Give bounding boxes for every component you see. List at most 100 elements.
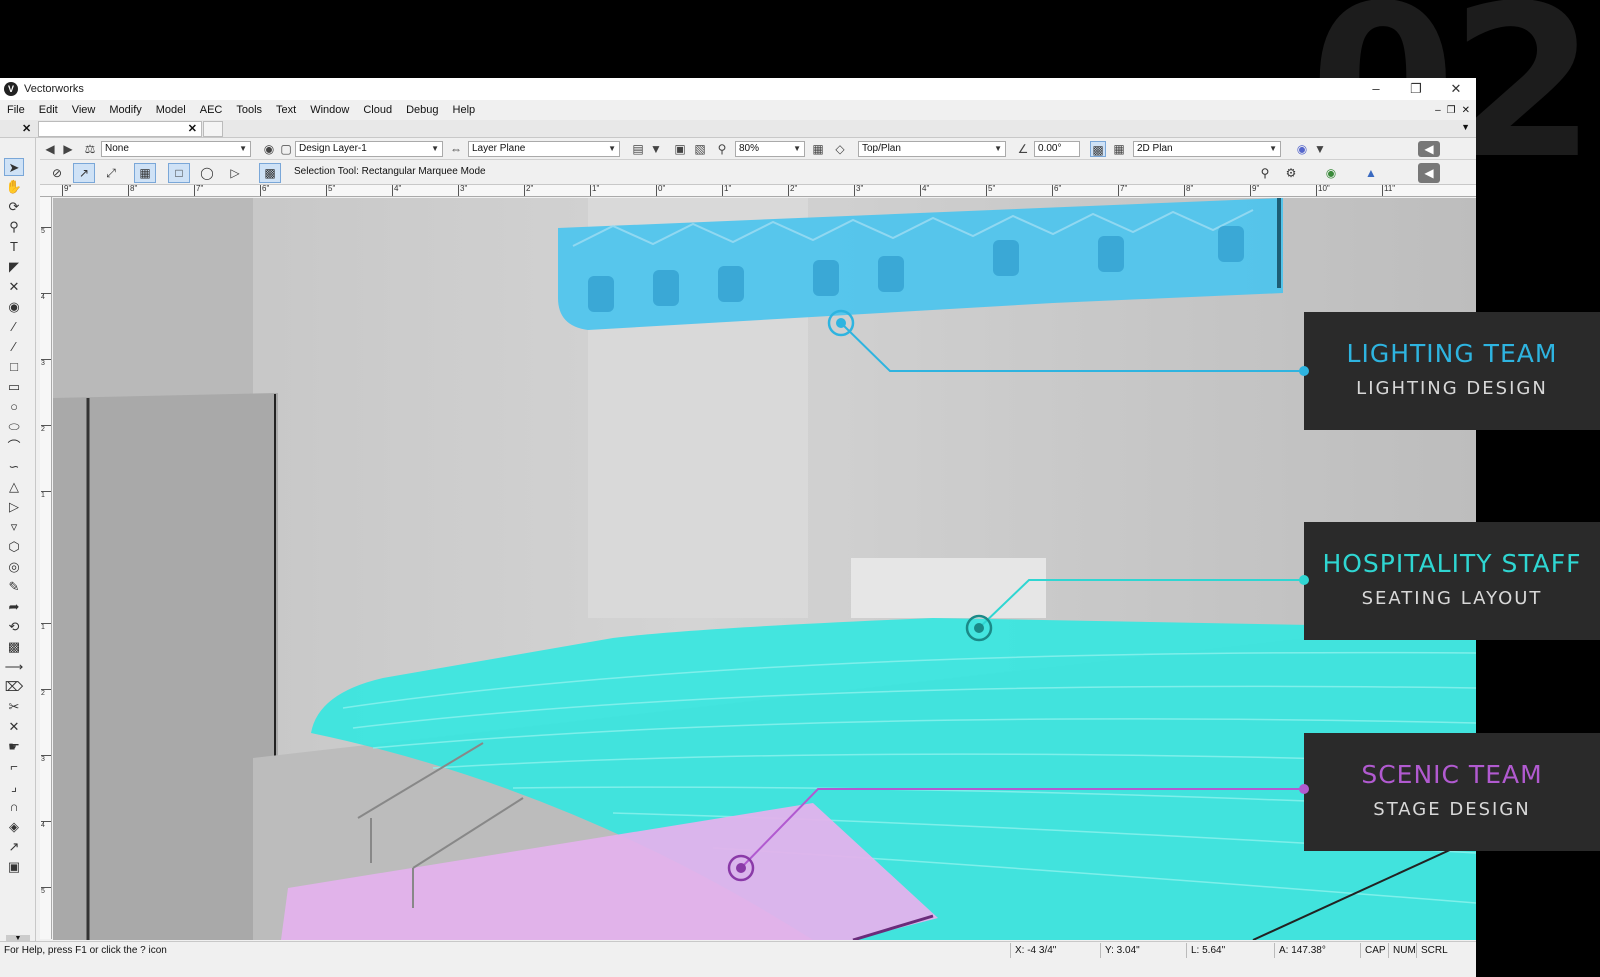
callout-tool-icon[interactable]: ◤ [4, 258, 24, 276]
rectangular-marquee-icon[interactable]: □ [168, 163, 190, 183]
enable-multiple-scaling-icon[interactable]: ⤢ [100, 163, 122, 183]
horizontal-ruler: 9" 8" 7" 6" 5" 4" 3" 2" 1" 0" 1" 2" 3" 4… [40, 185, 1476, 197]
trim-tool-icon[interactable]: ✕ [4, 718, 24, 736]
zoom-to-page-icon[interactable]: ▣ [672, 141, 688, 157]
layer-options-icon[interactable]: ◉ [261, 141, 277, 157]
menu-help[interactable]: Help [446, 104, 483, 116]
chamfer-tool-icon[interactable]: ⌟ [4, 778, 24, 796]
layer-dropdown[interactable]: Design Layer-1 ▼ [295, 141, 443, 157]
panel-toggle-icon[interactable]: ◀ [1418, 141, 1440, 157]
navigation-icon[interactable]: ▲ [1360, 163, 1382, 183]
zoom-tool-icon[interactable]: ⚲ [4, 218, 24, 236]
lighting-options-icon[interactable]: ◉ [1294, 141, 1310, 157]
menu-tools[interactable]: Tools [229, 104, 269, 116]
spiral-tool-icon[interactable]: ◎ [4, 558, 24, 576]
view-dropdown[interactable]: Top/Plan ▼ [858, 141, 1006, 157]
snap-icon[interactable]: ⚲ [1254, 163, 1276, 183]
pan-tool-icon[interactable]: ✋ [4, 178, 24, 196]
lasso-marquee-icon[interactable]: ◯ [196, 163, 218, 183]
polygon-marquee-icon[interactable]: ▷ [224, 163, 246, 183]
attribute-tool-icon[interactable]: ◈ [4, 818, 24, 836]
locus-tool-icon[interactable]: ✕ [4, 278, 24, 296]
measure-tool-icon[interactable]: ↗ [4, 838, 24, 856]
rounded-rectangle-tool-icon[interactable]: ▭ [4, 378, 24, 396]
menu-debug[interactable]: Debug [399, 104, 445, 116]
page-boundary-icon[interactable]: ▦ [810, 141, 826, 157]
new-tab-button[interactable] [203, 121, 223, 137]
close-panel-icon[interactable]: ✕ [22, 122, 31, 135]
polygon-tool-icon[interactable]: ▷ [4, 498, 24, 516]
render-mode-icon[interactable]: ▦ [1111, 141, 1127, 157]
freehand-tool-icon[interactable]: ∽ [4, 458, 24, 476]
lighting-dropdown-icon[interactable]: ▼ [1312, 141, 1328, 157]
menu-window[interactable]: Window [303, 104, 356, 116]
menu-view[interactable]: View [65, 104, 103, 116]
double-polygon-tool-icon[interactable]: ▿ [4, 518, 24, 536]
doc-restore-icon[interactable]: ❐ [1447, 105, 1456, 116]
split-tool-icon[interactable]: ✂ [4, 698, 24, 716]
offset-tool-icon[interactable]: ▩ [4, 638, 24, 656]
saved-views-dropdown-icon[interactable]: ▼ [648, 141, 664, 157]
restore-button[interactable]: ❐ [1396, 78, 1436, 100]
saved-views-icon[interactable]: ▤ [630, 141, 646, 157]
doc-minimize-icon[interactable]: – [1435, 105, 1441, 116]
double-line-tool-icon[interactable]: ∕ [4, 338, 24, 356]
camera-tool-icon[interactable]: ▣ [4, 858, 24, 876]
fit-to-objects-icon[interactable]: ▧ [692, 141, 708, 157]
close-tab-icon[interactable]: ✕ [188, 122, 197, 135]
reshape-tool-icon[interactable]: ➦ [4, 598, 24, 616]
menu-model[interactable]: Model [149, 104, 193, 116]
line-tool-icon[interactable]: ∕ [4, 318, 24, 336]
minimize-button[interactable]: – [1356, 78, 1396, 100]
menu-aec[interactable]: AEC [193, 104, 230, 116]
document-tab[interactable]: ✕ [38, 121, 202, 137]
rotate-tool-icon[interactable]: ⟲ [4, 618, 24, 636]
forward-arrow-icon[interactable]: ▶ [60, 141, 76, 157]
eyedropper-tool-icon[interactable]: ✎ [4, 578, 24, 596]
text-tool-icon[interactable]: T [4, 238, 24, 256]
render-settings-icon[interactable]: ◉ [1320, 163, 1342, 183]
menu-file[interactable]: File [0, 104, 32, 116]
chevron-down-icon: ▼ [994, 144, 1002, 153]
snap-settings-icon[interactable]: ⚙ [1280, 163, 1302, 183]
close-button[interactable]: ✕ [1436, 78, 1476, 100]
move-by-points-tool-icon[interactable]: ⟶ [4, 658, 24, 676]
zoom-magnifier-icon[interactable]: ⚲ [714, 141, 730, 157]
projection-icon[interactable]: ▩ [1090, 141, 1106, 157]
connect-combine-tool-icon[interactable]: ☛ [4, 738, 24, 756]
plane-icon[interactable]: ⇔ [448, 141, 464, 157]
regular-polygon-tool-icon[interactable]: ⬡ [4, 538, 24, 556]
single-object-reshape-icon[interactable]: ▦ [134, 163, 156, 183]
class-options-icon[interactable]: ⚖ [82, 141, 98, 157]
clip-tool-icon[interactable]: ∩ [4, 798, 24, 816]
arc-tool-icon[interactable]: ⌒ [4, 438, 24, 456]
menu-modify[interactable]: Modify [102, 104, 148, 116]
working-plane-icon[interactable]: ◇ [832, 141, 848, 157]
attribute-mapping-tool-icon[interactable]: ◉ [4, 298, 24, 316]
flyover-tool-icon[interactable]: ⟳ [4, 198, 24, 216]
class-dropdown[interactable]: None ▼ [101, 141, 251, 157]
mirror-tool-icon[interactable]: ⌦ [4, 678, 24, 696]
rectangle-tool-icon[interactable]: □ [4, 358, 24, 376]
menu-text[interactable]: Text [269, 104, 303, 116]
doc-close-icon[interactable]: ✕ [1462, 105, 1470, 116]
tab-list-dropdown-icon[interactable]: ▼ [1461, 122, 1470, 132]
menu-cloud[interactable]: Cloud [356, 104, 399, 116]
modebar-toggle-icon[interactable]: ◀ [1418, 163, 1440, 183]
fillet-tool-icon[interactable]: ⌐ [4, 758, 24, 776]
menu-edit[interactable]: Edit [32, 104, 65, 116]
disable-interactive-scaling-icon[interactable]: ⊘ [46, 163, 68, 183]
tool-preferences-icon[interactable]: ▩ [259, 163, 281, 183]
back-arrow-icon[interactable]: ◀ [42, 141, 58, 157]
circle-tool-icon[interactable]: ○ [4, 398, 24, 416]
zoom-dropdown[interactable]: 80% ▼ [735, 141, 805, 157]
plane-dropdown[interactable]: Layer Plane ▼ [468, 141, 620, 157]
polyline-tool-icon[interactable]: △ [4, 478, 24, 496]
oval-tool-icon[interactable]: ⬭ [4, 418, 24, 436]
drawing-canvas[interactable] [53, 198, 1476, 940]
enable-interactive-scaling-icon[interactable]: ↗ [73, 163, 95, 183]
render-dropdown[interactable]: 2D Plan ▼ [1133, 141, 1281, 157]
selection-tool-icon[interactable]: ➤ [4, 158, 24, 176]
layer-visibility-icon[interactable]: ▢ [278, 141, 294, 157]
rotation-angle-field[interactable]: 0.00° [1034, 141, 1080, 157]
